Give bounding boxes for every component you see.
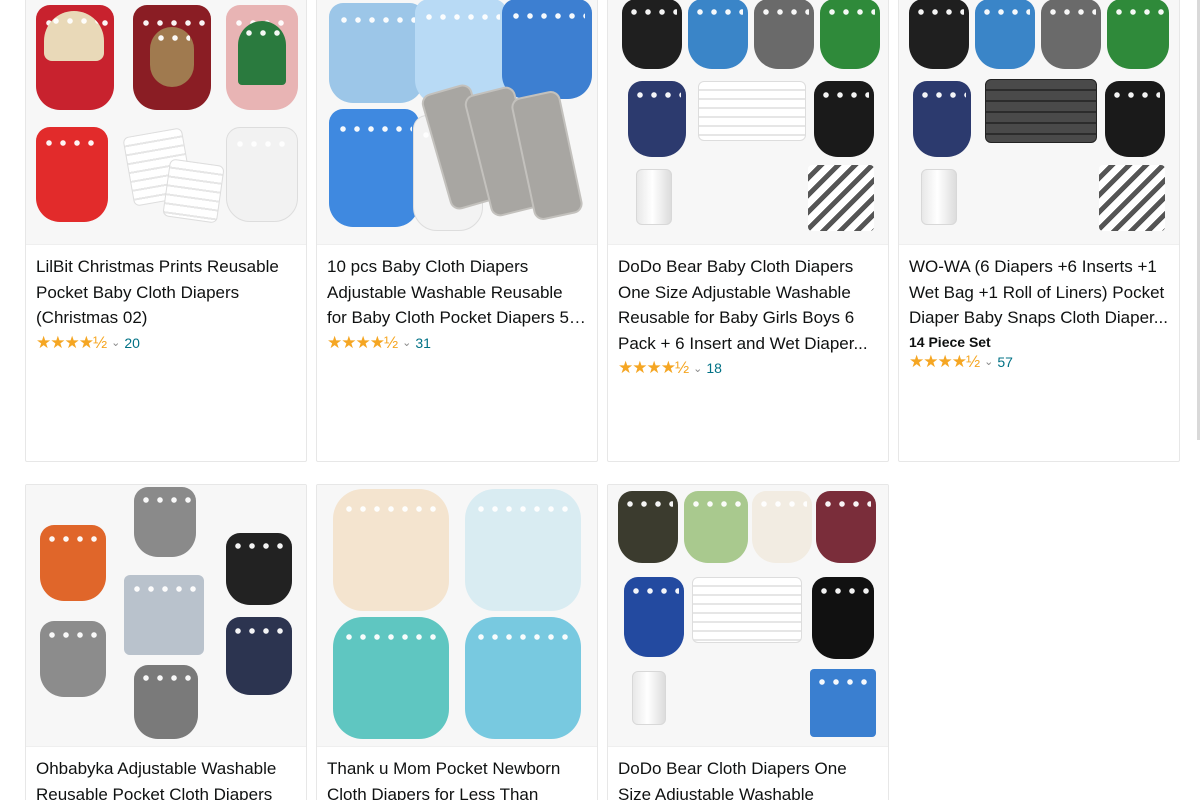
star-rating-icon[interactable]: ★★★★½ xyxy=(327,333,398,353)
product-card-10pcs[interactable]: 10 pcs Baby Cloth Diapers Adjustable Was… xyxy=(316,0,598,462)
product-title[interactable]: LilBit Christmas Prints Reusable Pocket … xyxy=(26,245,306,331)
product-title[interactable]: Ohbabyka Adjustable Washable Reusable Po… xyxy=(26,747,306,800)
product-image[interactable] xyxy=(26,0,306,245)
star-rating-icon[interactable]: ★★★★½ xyxy=(909,352,980,372)
product-card-lilbit[interactable]: LilBit Christmas Prints Reusable Pocket … xyxy=(25,0,307,462)
rating-row: ★★★★½ ⌄ 18 xyxy=(608,356,888,378)
chevron-down-icon[interactable]: ⌄ xyxy=(984,355,993,368)
rating-row: ★★★★½ ⌄ 20 xyxy=(26,331,306,353)
product-image[interactable] xyxy=(26,485,306,747)
product-title[interactable]: DoDo Bear Baby Cloth Diapers One Size Ad… xyxy=(608,245,888,356)
review-count-link[interactable]: 31 xyxy=(415,335,431,351)
star-rating-icon[interactable]: ★★★★½ xyxy=(618,358,689,378)
chevron-down-icon[interactable]: ⌄ xyxy=(693,362,702,375)
product-image[interactable] xyxy=(608,0,888,245)
review-count-link[interactable]: 20 xyxy=(124,335,140,351)
review-count-link[interactable]: 18 xyxy=(706,360,722,376)
product-image[interactable] xyxy=(608,485,888,747)
product-title[interactable]: 10 pcs Baby Cloth Diapers Adjustable Was… xyxy=(317,245,597,331)
product-card-wo-wa[interactable]: WO-WA (6 Diapers +6 Inserts +1 Wet Bag +… xyxy=(898,0,1180,462)
product-title[interactable]: WO-WA (6 Diapers +6 Inserts +1 Wet Bag +… xyxy=(899,245,1179,331)
product-image[interactable] xyxy=(899,0,1179,245)
product-card-dodo-bear-onesize[interactable]: DoDo Bear Cloth Diapers One Size Adjusta… xyxy=(607,484,889,800)
product-image[interactable] xyxy=(317,0,597,245)
rating-row: ★★★★½ ⌄ 57 xyxy=(899,350,1179,372)
set-badge: 14 Piece Set xyxy=(909,333,991,350)
review-count-link[interactable]: 57 xyxy=(997,354,1013,370)
product-title[interactable]: Thank u Mom Pocket Newborn Cloth Diapers… xyxy=(317,747,597,800)
chevron-down-icon[interactable]: ⌄ xyxy=(111,336,120,349)
chevron-down-icon[interactable]: ⌄ xyxy=(402,336,411,349)
star-rating-icon[interactable]: ★★★★½ xyxy=(36,333,107,353)
product-image[interactable] xyxy=(317,485,597,747)
product-card-dodo-bear-6pack[interactable]: DoDo Bear Baby Cloth Diapers One Size Ad… xyxy=(607,0,889,462)
product-card-ohbabyka[interactable]: Ohbabyka Adjustable Washable Reusable Po… xyxy=(25,484,307,800)
product-title[interactable]: DoDo Bear Cloth Diapers One Size Adjusta… xyxy=(608,747,888,800)
product-card-thank-u-mom[interactable]: Thank u Mom Pocket Newborn Cloth Diapers… xyxy=(316,484,598,800)
rating-row: ★★★★½ ⌄ 31 xyxy=(317,331,597,353)
